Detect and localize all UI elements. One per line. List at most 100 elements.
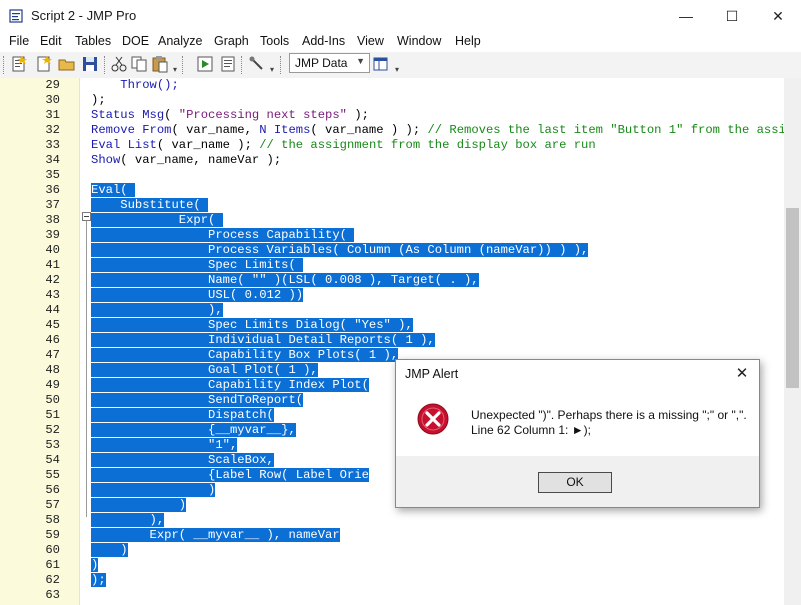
code-comment: // the assignment from the display box a… xyxy=(259,138,596,152)
selected-code-text: Process Capability( xyxy=(91,228,355,242)
selected-code-text: USL( 0.012 )) xyxy=(91,288,304,302)
selected-code-text: ), xyxy=(91,513,165,527)
tools-icon[interactable] xyxy=(248,55,266,73)
selected-code-text: ) xyxy=(91,558,99,572)
toolbar-grip[interactable] xyxy=(280,56,284,74)
ok-button[interactable]: OK xyxy=(538,472,612,493)
vertical-scrollbar[interactable] xyxy=(784,78,801,605)
open-icon[interactable] xyxy=(58,55,76,73)
code-line-selected: ), xyxy=(91,303,223,318)
code-token: ( var_name, xyxy=(171,123,260,137)
data-table-select[interactable]: JMP Data ▼ xyxy=(289,53,370,73)
menu-view[interactable]: View xyxy=(357,34,384,48)
line-number: 31 xyxy=(45,108,60,122)
toolbar-grip[interactable] xyxy=(241,56,245,74)
paste-icon[interactable] xyxy=(151,55,169,73)
line-number: 39 xyxy=(45,228,60,242)
line-number: 45 xyxy=(45,318,60,332)
toolbar-grip[interactable] xyxy=(182,56,186,74)
scrollbar-thumb[interactable] xyxy=(786,208,799,388)
jmp-script-window: Script 2 - JMP Pro — ☐ ✕ File Edit Table… xyxy=(0,0,801,605)
code-line-selected: SendToReport( xyxy=(91,393,304,408)
line-number: 60 xyxy=(45,543,60,557)
script-editor[interactable]: 29 30 31 32 33 34 35 36 37 38 39 40 41 4… xyxy=(0,78,784,605)
code-line-selected: Goal Plot( 1 ), xyxy=(91,363,318,378)
cut-icon[interactable] xyxy=(110,55,128,73)
debug-icon[interactable] xyxy=(219,55,237,73)
menu-analyze[interactable]: Analyze xyxy=(158,34,202,48)
code-line: ); xyxy=(91,93,106,107)
code-line-selected: Name( "" )(LSL( 0.008 ), Target( . ), xyxy=(91,273,479,288)
chevron-down-icon[interactable]: ▾ xyxy=(270,65,274,74)
selected-code-text: ); xyxy=(91,573,106,587)
selected-code-text: SendToReport( xyxy=(91,393,304,407)
chevron-down-icon[interactable]: ▾ xyxy=(173,65,177,74)
menu-graph[interactable]: Graph xyxy=(214,34,249,48)
code-line-selected: "1", xyxy=(91,438,238,453)
menu-help[interactable]: Help xyxy=(455,34,481,48)
menu-window[interactable]: Window xyxy=(397,34,441,48)
code-line: Status Msg( "Processing next steps" ); xyxy=(91,108,369,123)
line-number: 51 xyxy=(45,408,60,422)
selected-code-text: Substitute( xyxy=(91,198,209,212)
maximize-button[interactable]: ☐ xyxy=(709,0,755,32)
code-line-selected: Capability Box Plots( 1 ), xyxy=(91,348,399,363)
toolbar-grip[interactable] xyxy=(3,56,7,74)
selected-code-text: Process Variables( Column (As Column (na… xyxy=(91,243,589,257)
line-number: 57 xyxy=(45,498,60,512)
code-line-selected: Substitute( xyxy=(91,198,209,213)
line-number: 59 xyxy=(45,528,60,542)
line-number: 63 xyxy=(45,588,60,602)
line-number: 37 xyxy=(45,198,60,212)
code-token: ( var_name ); xyxy=(156,138,260,152)
code-line-selected: Individual Detail Reports( 1 ), xyxy=(91,333,435,348)
dialog-close-button[interactable]: ✕ xyxy=(733,364,751,382)
save-icon[interactable] xyxy=(81,55,99,73)
line-number: 36 xyxy=(45,183,60,197)
close-button[interactable]: ✕ xyxy=(755,0,801,32)
code-line: Eval List( var_name ); // the assignment… xyxy=(91,138,596,153)
code-token: ( var_name ) ); xyxy=(310,123,428,137)
code-line-selected: ), xyxy=(91,513,165,528)
minimize-button[interactable]: — xyxy=(663,0,709,32)
selected-code-text: {Label Row( Label Orie xyxy=(91,468,369,482)
selected-code-text: Individual Detail Reports( 1 ), xyxy=(91,333,435,347)
menu-doe[interactable]: DOE xyxy=(122,34,149,48)
menu-tools[interactable]: Tools xyxy=(260,34,289,48)
run-icon[interactable] xyxy=(196,55,214,73)
menu-edit[interactable]: Edit xyxy=(40,34,62,48)
code-token: ); xyxy=(347,108,369,122)
code-line-selected: Dispatch( xyxy=(91,408,274,423)
line-number: 33 xyxy=(45,138,60,152)
menu-file[interactable]: File xyxy=(9,34,29,48)
new-script-icon[interactable] xyxy=(10,55,28,73)
copy-icon[interactable] xyxy=(130,55,148,73)
chevron-down-icon[interactable]: ▾ xyxy=(395,65,399,74)
line-number: 43 xyxy=(45,288,60,302)
line-number: 44 xyxy=(45,303,60,317)
code-line: Remove From( var_name, N Items( var_name… xyxy=(91,123,784,138)
dialog-title-bar[interactable]: JMP Alert ✕ xyxy=(396,360,759,390)
code-line-selected: USL( 0.012 )) xyxy=(91,288,304,303)
code-token: Remove From xyxy=(91,123,172,137)
fold-toggle[interactable] xyxy=(82,212,91,221)
code-line-selected: ) xyxy=(91,498,187,513)
line-number: 54 xyxy=(45,453,60,467)
fold-guide xyxy=(86,221,87,517)
menu-add-ins[interactable]: Add-Ins xyxy=(302,34,345,48)
code-line-selected: {Label Row( Label Orie xyxy=(91,468,369,483)
toolbar-grip[interactable] xyxy=(104,56,108,74)
selected-code-text: {__myvar__}, xyxy=(91,423,296,437)
chevron-down-icon[interactable]: ▼ xyxy=(356,56,365,66)
title-bar[interactable]: Script 2 - JMP Pro — ☐ ✕ xyxy=(0,0,801,32)
table-icon[interactable] xyxy=(372,55,390,73)
menu-bar: File Edit Tables DOE Analyze Graph Tools… xyxy=(0,32,801,52)
line-number: 30 xyxy=(45,93,60,107)
code-line-selected: Spec Limits( xyxy=(91,258,304,273)
new-icon[interactable] xyxy=(35,55,53,73)
selected-code-text: Eval( xyxy=(91,183,135,197)
selected-code-text: Expr( xyxy=(91,213,223,227)
code-token: Eval List xyxy=(91,138,157,152)
selected-code-text: ) xyxy=(91,498,187,512)
menu-tables[interactable]: Tables xyxy=(75,34,111,48)
